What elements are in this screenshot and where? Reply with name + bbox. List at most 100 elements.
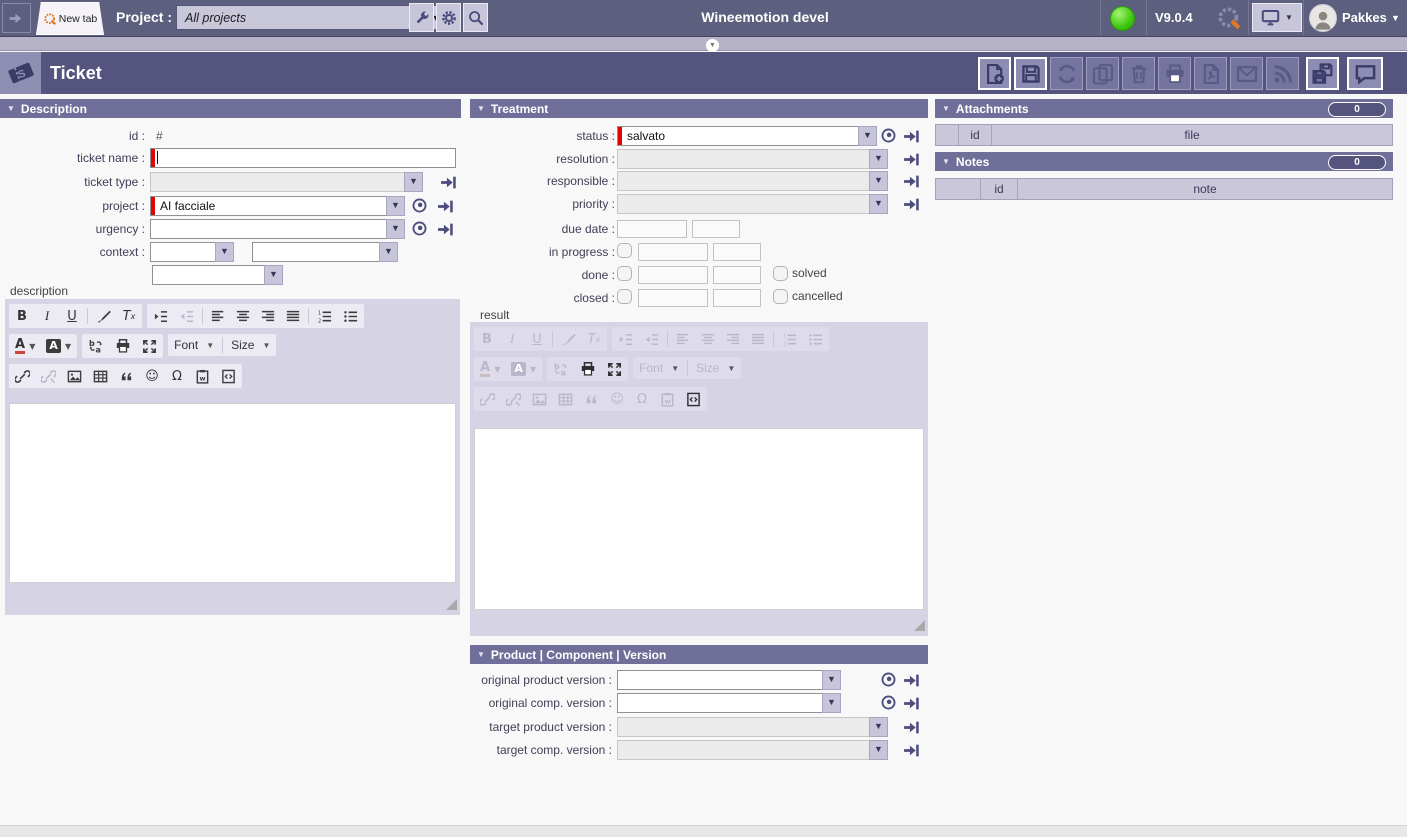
change-case-button[interactable] (88, 337, 104, 355)
description-panel-header[interactable]: ▼ Description (0, 99, 461, 118)
remove-format-button[interactable]: Tx (122, 307, 136, 325)
smiley-button[interactable]: ☺ (145, 367, 159, 385)
maximize-button[interactable] (142, 337, 157, 355)
ticket-type-jump-icon[interactable] (440, 174, 457, 191)
context-select-1[interactable]: ▼ (150, 242, 234, 262)
project-eye-icon[interactable] (411, 197, 428, 214)
font-dropdown[interactable]: Font▼ (174, 338, 214, 352)
urgency-eye-icon[interactable] (411, 220, 428, 237)
size-dropdown[interactable]: Size▼ (231, 338, 270, 352)
copy-formatting-button[interactable] (96, 307, 111, 325)
chevron-down-icon[interactable]: ▼ (869, 740, 888, 760)
done-checkbox[interactable] (617, 266, 632, 281)
chevron-down-icon[interactable]: ▼ (386, 196, 405, 216)
original-product-version-jump-icon[interactable] (903, 672, 920, 689)
done-date-input[interactable] (638, 266, 708, 284)
chevron-down-icon[interactable]: ▼ (379, 242, 398, 262)
resize-handle[interactable] (914, 620, 925, 631)
text-color-button[interactable]: A ▼ (15, 337, 35, 355)
status-eye-icon[interactable] (880, 127, 897, 144)
original-comp-version-eye-icon[interactable] (880, 694, 897, 711)
done-time-input[interactable] (713, 266, 761, 284)
source-button[interactable] (686, 390, 701, 408)
user-menu-chevron-icon[interactable]: ▼ (1391, 13, 1400, 23)
print-doc-button[interactable] (115, 337, 131, 355)
priority-jump-icon[interactable] (903, 196, 920, 213)
chevron-down-icon[interactable]: ▼ (869, 149, 888, 169)
product-panel-header[interactable]: ▼ Product | Component | Version (470, 645, 928, 664)
chevron-down-icon[interactable]: ▼ (215, 242, 234, 262)
print-doc-button[interactable] (580, 360, 596, 378)
tools-button[interactable] (409, 3, 434, 32)
bullet-list-button[interactable] (343, 307, 358, 325)
project-field-select[interactable]: AI facciale▼ (150, 196, 405, 216)
context-select-2[interactable]: ▼ (252, 242, 398, 262)
align-right-button[interactable] (261, 307, 275, 325)
original-comp-version-jump-icon[interactable] (903, 695, 920, 712)
chevron-down-icon[interactable]: ▼ (869, 717, 888, 737)
new-tab-button[interactable]: New tab (36, 2, 104, 35)
resize-handle[interactable] (446, 599, 457, 610)
project-jump-icon[interactable] (437, 198, 454, 215)
solved-checkbox[interactable] (773, 266, 788, 281)
urgency-jump-icon[interactable] (437, 221, 454, 238)
description-editor-body[interactable] (9, 403, 456, 583)
numbered-list-button[interactable] (317, 307, 332, 325)
original-product-version-select[interactable]: ▼ (617, 670, 841, 690)
justify-button[interactable] (286, 307, 300, 325)
status-jump-icon[interactable] (903, 128, 920, 145)
closed-time-input[interactable] (713, 289, 761, 307)
special-character-button[interactable]: Ω (170, 367, 184, 385)
context-select-3[interactable]: ▼ (152, 265, 283, 285)
due-time-input[interactable] (692, 220, 740, 238)
notes-panel-header[interactable]: ▼ Notes 0 (935, 152, 1393, 171)
collapse-toolbar-button[interactable]: ▼ (706, 39, 719, 52)
bold-button[interactable]: B (15, 307, 29, 325)
due-date-input[interactable] (617, 220, 687, 238)
insert-image-button[interactable] (67, 367, 82, 385)
source-button[interactable] (221, 367, 236, 385)
align-center-button[interactable] (236, 307, 250, 325)
resolution-jump-icon[interactable] (903, 151, 920, 168)
settings-button[interactable] (436, 3, 461, 32)
chevron-down-icon[interactable]: ▼ (822, 670, 841, 690)
chevron-down-icon[interactable]: ▼ (404, 172, 423, 192)
align-left-button[interactable] (211, 307, 225, 325)
original-comp-version-select[interactable]: ▼ (617, 693, 841, 713)
back-arrow-button[interactable] (2, 3, 31, 33)
insert-table-button[interactable] (93, 367, 108, 385)
responsible-jump-icon[interactable] (903, 173, 920, 190)
link-button[interactable] (15, 367, 30, 385)
chevron-down-icon[interactable]: ▼ (858, 126, 877, 146)
closed-checkbox[interactable] (617, 289, 632, 304)
save-button[interactable] (1014, 57, 1047, 90)
original-product-version-eye-icon[interactable] (880, 671, 897, 688)
status-select[interactable]: salvato▼ (617, 126, 877, 146)
closed-date-input[interactable] (638, 289, 708, 307)
display-menu-button[interactable]: ▼ (1252, 3, 1302, 32)
indent-button[interactable] (153, 307, 168, 325)
chevron-down-icon[interactable]: ▼ (869, 194, 888, 214)
chevron-down-icon[interactable]: ▼ (869, 171, 888, 191)
attachments-panel-header[interactable]: ▼ Attachments 0 (935, 99, 1393, 118)
new-ticket-button[interactable] (978, 57, 1011, 90)
chevron-down-icon[interactable]: ▼ (264, 265, 283, 285)
blockquote-button[interactable] (119, 367, 134, 385)
project-select[interactable]: All projects ▼ (176, 5, 446, 30)
chevron-down-icon[interactable]: ▼ (822, 693, 841, 713)
target-comp-version-jump-icon[interactable] (903, 742, 920, 759)
underline-button[interactable]: U (65, 307, 79, 325)
in-progress-time-input[interactable] (713, 243, 761, 261)
search-button[interactable] (463, 3, 488, 32)
cancelled-checkbox[interactable] (773, 289, 788, 304)
paste-from-word-button[interactable] (195, 367, 210, 385)
background-color-button[interactable]: A ▼ (46, 337, 71, 355)
in-progress-checkbox[interactable] (617, 243, 632, 258)
urgency-select[interactable]: ▼ (150, 219, 405, 239)
ticket-name-input[interactable] (150, 148, 456, 168)
in-progress-date-input[interactable] (638, 243, 708, 261)
target-product-version-jump-icon[interactable] (903, 719, 920, 736)
italic-button[interactable]: I (40, 307, 54, 325)
save-all-button[interactable] (1306, 57, 1339, 90)
chat-button[interactable] (1347, 57, 1383, 90)
